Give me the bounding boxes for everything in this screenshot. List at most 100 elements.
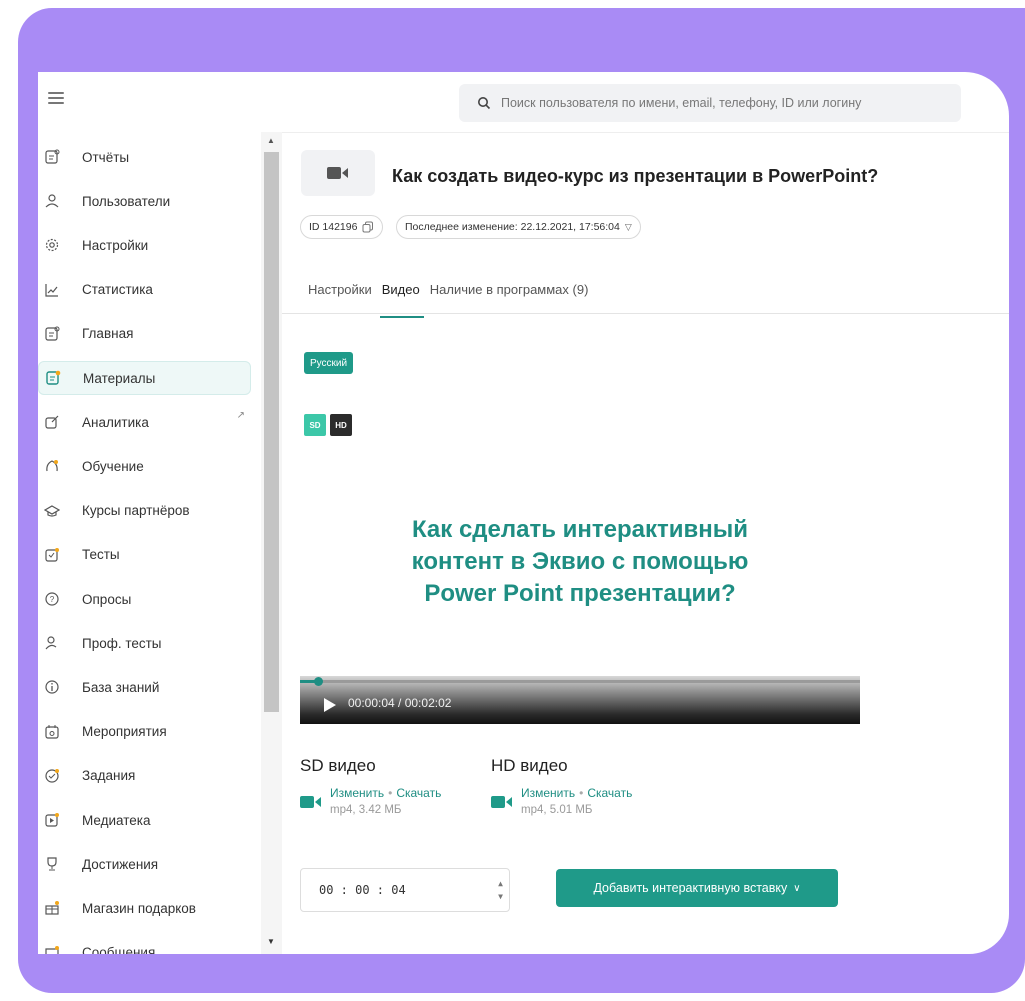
sidebar-item-label: Обучение [82, 458, 144, 474]
analytics-icon [44, 414, 60, 430]
sidebar-item-label: Настройки [82, 237, 149, 253]
video-frame-text: Как сделать интерактивный контент в Экви… [411, 516, 749, 607]
video-player[interactable]: SD HD Как сделать интерактивный контент … [300, 408, 860, 724]
scroll-up-icon[interactable]: ▲ [267, 136, 275, 145]
search-input[interactable]: Поиск пользователя по имени, email, теле… [459, 84, 961, 122]
hd-change-link[interactable]: Изменить [521, 786, 575, 800]
sd-video-title: SD видео [300, 756, 376, 775]
language-badge[interactable]: Русский [304, 352, 354, 374]
gear-icon [44, 237, 60, 253]
stepper-down-icon[interactable]: ▼ [498, 890, 503, 903]
sidebar-item-label: Мероприятия [82, 724, 167, 740]
sidebar-item-label: Статистика [82, 282, 153, 298]
sidebar-item-4[interactable]: Главная [38, 317, 251, 351]
sidebar-item-1[interactable]: Пользователи [38, 184, 251, 218]
prof-tests-icon [44, 635, 60, 651]
sidebar-item-label: Опросы [82, 591, 132, 607]
sidebar-item-9[interactable]: Тесты [38, 538, 251, 572]
tabs-divider [282, 313, 1009, 314]
trophy-icon [44, 856, 60, 872]
sidebar-item-8[interactable]: Курсы партнёров [38, 494, 251, 528]
users-icon [44, 193, 60, 209]
chevron-down-icon: ▽ [624, 221, 632, 232]
copy-icon[interactable] [362, 221, 374, 233]
sd-change-link[interactable]: Изменить [330, 786, 384, 800]
report-icon [44, 149, 60, 165]
quality-hd-button[interactable]: HD [330, 414, 352, 436]
header-divider [282, 132, 1009, 133]
sidebar-item-7[interactable]: Обучение [38, 449, 251, 483]
gift-icon [44, 900, 60, 916]
sidebar-item-label: Проф. тесты [82, 635, 162, 651]
sidebar-item-0[interactable]: Отчёты [38, 140, 251, 174]
sidebar-item-label: Сообщения [82, 945, 156, 954]
add-interactive-label: Добавить интерактивную вставку [593, 881, 788, 895]
scroll-down-icon[interactable]: ▼ [267, 937, 275, 946]
chart-line-icon [44, 282, 60, 298]
sidebar-item-2[interactable]: Настройки [38, 228, 251, 262]
sidebar-item-label: База знаний [82, 679, 160, 695]
material-thumbnail [301, 150, 375, 196]
hd-file-info: mp4, 5.01 МБ [521, 804, 593, 816]
sidebar-item-17[interactable]: Магазин подарков [38, 891, 251, 925]
timecode-input[interactable]: 00 : 00 : 04 ▲ ▼ [300, 868, 510, 912]
quality-sd-button[interactable]: SD [304, 414, 326, 436]
add-interactive-insert-button[interactable]: Добавить интерактивную вставку ∨ [556, 869, 838, 907]
page-title: Как создать видео-курс из презентации в … [392, 166, 879, 186]
sidebar-item-18[interactable]: Сообщения [38, 936, 251, 954]
sidebar-item-14[interactable]: Задания [38, 759, 251, 793]
messages-icon [44, 945, 60, 954]
sidebar-item-13[interactable]: Мероприятия [38, 715, 251, 749]
scrollbar-thumb[interactable] [264, 152, 279, 712]
sidebar-item-6[interactable]: Аналитика ↗ [38, 405, 251, 439]
svg-text:?: ? [50, 595, 55, 604]
sidebar-item-label: Главная [82, 326, 134, 342]
id-chip[interactable]: ID 142196 [300, 215, 384, 239]
sidebar-item-16[interactable]: Достижения [38, 847, 251, 881]
last-modified-chip[interactable]: Последнее изменение: 22.12.2021, 17:56:0… [396, 215, 641, 239]
timecode-stepper[interactable]: ▲ ▼ [498, 877, 503, 903]
sd-file-info: mp4, 3.42 МБ [330, 804, 402, 816]
video-camera-icon [491, 796, 512, 808]
graduation-cap-icon [44, 503, 60, 519]
sidebar-item-3[interactable]: Статистика [38, 273, 251, 307]
video-progress-handle[interactable] [314, 677, 324, 686]
materials-icon [45, 370, 61, 386]
sd-video-block: SD видео Изменить • Скачать mp4, 3.42 МБ [300, 756, 441, 816]
video-controls: 00:00:04 / 00:02:02 [300, 676, 860, 724]
info-icon [44, 679, 60, 695]
sidebar-scrollbar[interactable]: ▲ ▼ [261, 132, 282, 954]
media-icon [44, 812, 60, 828]
last-modified-label: Последнее изменение: 22.12.2021, 17:56:0… [405, 221, 620, 233]
video-camera-icon [327, 167, 348, 179]
search-icon [478, 97, 491, 110]
chevron-down-icon: ∨ [793, 882, 801, 894]
sidebar-item-label: Магазин подарков [82, 900, 196, 916]
calendar-icon [44, 724, 60, 740]
sidebar-item-15[interactable]: Медиатека [38, 803, 251, 837]
sidebar-item-label: Курсы партнёров [82, 503, 190, 519]
play-icon[interactable] [324, 698, 336, 712]
sidebar-item-12[interactable]: База знаний [38, 670, 251, 704]
menu-icon[interactable] [48, 92, 64, 104]
tests-icon [44, 547, 60, 563]
stepper-up-icon[interactable]: ▲ [498, 877, 503, 890]
video-progress-bar[interactable] [300, 677, 860, 686]
sidebar: Отчёты Пользователи Настройки Статистика Гла… [38, 138, 260, 954]
sidebar-item-label: Тесты [82, 547, 120, 563]
app-window: Поиск пользователя по имени, email, теле… [38, 72, 1009, 954]
timecode-value: 00 : 00 : 04 [319, 883, 406, 897]
hd-video-block: HD видео Изменить • Скачать mp4, 5.01 МБ [491, 756, 632, 816]
tasks-icon [44, 768, 60, 784]
hd-video-title: HD видео [491, 756, 568, 775]
video-camera-icon [300, 796, 321, 808]
sidebar-item-11[interactable]: Проф. тесты [38, 626, 251, 660]
sidebar-item-label: Материалы [83, 370, 156, 386]
sidebar-item-5[interactable]: Материалы [38, 361, 251, 395]
sd-download-link[interactable]: Скачать [396, 786, 441, 800]
external-link-icon: ↗ [236, 410, 245, 422]
sidebar-item-label: Пользователи [82, 193, 171, 209]
sidebar-item-10[interactable]: ? Опросы [38, 582, 251, 616]
link-separator: • [579, 786, 584, 800]
hd-download-link[interactable]: Скачать [587, 786, 632, 800]
